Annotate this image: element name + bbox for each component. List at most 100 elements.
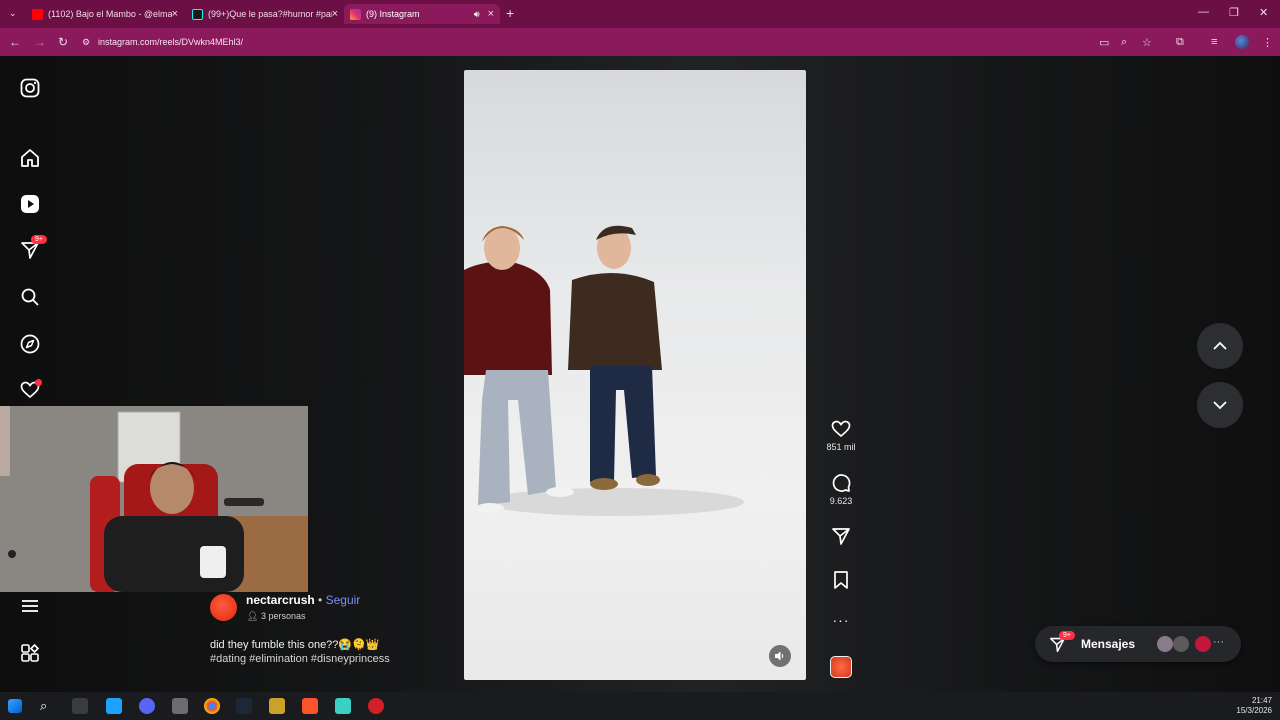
messages-badge: 9+ <box>31 235 47 244</box>
more-options-icon[interactable]: ··· <box>820 612 862 628</box>
person-icon: 👤︎ <box>247 611 259 621</box>
webcam-overlay <box>0 406 308 592</box>
app-icon[interactable] <box>172 698 188 714</box>
like-count: 851 mil <box>826 442 856 452</box>
audio-thumbnail[interactable] <box>830 656 852 678</box>
youtube-icon <box>32 8 43 20</box>
collaborators[interactable]: 👤︎ 3 personas <box>247 611 305 622</box>
restore-icon[interactable]: ❐ <box>1229 6 1239 19</box>
previous-reel-button[interactable] <box>1197 323 1243 369</box>
tab-title: (9) Instagram <box>366 9 420 19</box>
discord-icon[interactable] <box>139 698 155 714</box>
site-info-icon[interactable]: ⚙︎ <box>82 37 98 48</box>
tab-search-chevron-icon[interactable]: ⌄ <box>9 8 17 19</box>
address-bar[interactable]: ⚙︎ instagram.com/reels/DVwkn4MEhl3/ <box>82 32 1094 52</box>
collaborators-count: 3 personas <box>260 611 306 621</box>
tab-instagram[interactable]: (9) Instagram 🔊︎ × <box>344 4 500 24</box>
comment-icon[interactable] <box>831 473 851 493</box>
contact-avatar <box>1173 636 1189 652</box>
task-view-icon[interactable] <box>72 698 88 714</box>
taskbar-search-icon[interactable]: ⌕ <box>40 698 56 714</box>
tab-title: (1102) Bajo el Mambo - @elma <box>48 9 172 19</box>
minimize-icon[interactable]: — <box>1198 6 1209 18</box>
audio-playing-icon[interactable]: 🔊︎ <box>474 9 480 20</box>
messages-pill-badge: 9+ <box>1059 631 1075 640</box>
messages-button[interactable]: 9+ Mensajes ··· <box>1035 626 1241 662</box>
home-icon[interactable] <box>19 147 41 169</box>
save-action[interactable] <box>820 570 862 590</box>
search-icon[interactable] <box>19 286 41 308</box>
follow-button[interactable]: Seguir <box>326 593 361 607</box>
browser-menu-icon[interactable]: ⋮ <box>1262 36 1273 49</box>
author-avatar[interactable] <box>210 594 237 621</box>
cast-icon[interactable]: ▭ <box>1099 36 1109 49</box>
url-text: instagram.com/reels/DVwkn4MEhl3/ <box>98 37 244 47</box>
chevron-down-icon <box>1213 401 1227 410</box>
share-action[interactable] <box>820 526 862 546</box>
media-controls-icon[interactable]: ≡ <box>1211 36 1217 48</box>
menu-icon[interactable] <box>19 595 41 617</box>
close-tab-icon[interactable]: × <box>488 8 494 20</box>
notifications-icon[interactable] <box>19 379 42 401</box>
caption-text: did they fumble this one??😭🫠👑 <box>210 639 380 651</box>
app-icon[interactable] <box>368 698 384 714</box>
close-window-icon[interactable]: ✕ <box>1259 6 1268 19</box>
profile-avatar[interactable] <box>1235 35 1249 49</box>
chevron-up-icon <box>1213 341 1227 350</box>
brave-icon[interactable] <box>302 698 318 714</box>
screen: ⌄ (1102) Bajo el Mambo - @elma × (99+)Qu… <box>0 0 1280 720</box>
bookmark-star-icon[interactable]: ☆ <box>1142 36 1152 49</box>
os-taskbar: ⌕ 21:47 15/3/2026 <box>0 692 1280 720</box>
author-username[interactable]: nectarcrush <box>246 593 315 607</box>
reels-icon[interactable] <box>19 193 41 215</box>
app-icon[interactable] <box>269 698 285 714</box>
app-icon[interactable] <box>106 698 122 714</box>
more-contacts-icon: ··· <box>1213 636 1224 648</box>
forward-icon[interactable]: → <box>34 35 46 49</box>
system-clock[interactable]: 21:47 15/3/2026 <box>1236 696 1272 716</box>
tab-tiktok[interactable]: (99+)Que le pasa?#humor #par × <box>186 4 344 24</box>
share-icon[interactable] <box>831 526 851 546</box>
mute-button[interactable] <box>769 645 791 667</box>
back-icon[interactable]: ← <box>9 35 21 49</box>
messages-label: Mensajes <box>1081 637 1136 651</box>
extensions-icon[interactable]: ⧉ <box>1176 36 1184 49</box>
next-reel-button[interactable] <box>1197 382 1243 428</box>
tab-youtube[interactable]: (1102) Bajo el Mambo - @elma × <box>26 4 184 24</box>
app-icon[interactable] <box>335 698 351 714</box>
contact-avatar <box>1195 636 1211 652</box>
start-icon[interactable] <box>8 699 22 713</box>
heart-icon[interactable] <box>831 419 851 439</box>
close-tab-icon[interactable]: × <box>172 8 178 20</box>
browser-toolbar: ← → ↻ ⚙︎ instagram.com/reels/DVwkn4MEhl3… <box>0 28 1280 56</box>
contact-avatar <box>1157 636 1173 652</box>
tab-title: (99+)Que le pasa?#humor #par <box>208 9 332 19</box>
speaker-icon <box>775 651 784 661</box>
reel-video[interactable] <box>464 70 806 680</box>
new-tab-icon[interactable]: + <box>506 5 514 21</box>
clock-time: 21:47 <box>1251 696 1272 705</box>
notification-dot <box>35 379 42 386</box>
messages-icon[interactable]: 9+ <box>19 235 47 261</box>
comment-action[interactable]: 9.623 <box>820 473 862 506</box>
comment-count: 9.623 <box>829 496 853 506</box>
zoom-icon[interactable]: ⌕ <box>1121 36 1127 49</box>
webcam-scene-image <box>0 406 308 592</box>
like-action[interactable]: 851 mil <box>820 419 862 452</box>
steam-icon[interactable] <box>236 698 252 714</box>
browser-tab-bar: ⌄ (1102) Bajo el Mambo - @elma × (99+)Qu… <box>0 0 1280 28</box>
close-tab-icon[interactable]: × <box>332 8 338 20</box>
separator: • <box>318 593 323 607</box>
bookmark-icon[interactable] <box>831 570 851 590</box>
reload-icon[interactable]: ↻ <box>58 35 68 49</box>
instagram-icon <box>350 8 361 20</box>
explore-icon[interactable] <box>19 333 41 355</box>
chrome-icon[interactable] <box>204 698 220 714</box>
tiktok-icon <box>192 8 203 20</box>
instagram-logo-icon[interactable] <box>19 77 41 99</box>
author-line: nectarcrush • Seguir <box>246 593 360 607</box>
instagram-sidebar: 9+ <box>0 56 62 692</box>
caption-hashtags[interactable]: #dating #elimination #disneyprincess <box>210 653 390 665</box>
clock-date: 15/3/2026 <box>1236 706 1272 715</box>
more-apps-icon[interactable] <box>19 642 41 664</box>
